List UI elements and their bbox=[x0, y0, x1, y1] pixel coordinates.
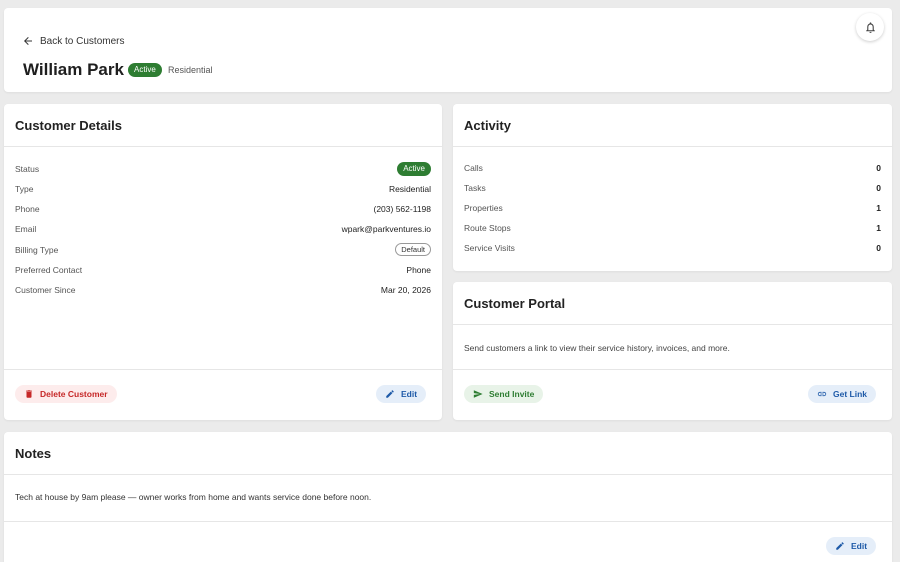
get-link-label: Get Link bbox=[833, 389, 868, 399]
detail-label: Type bbox=[15, 184, 34, 194]
back-link-label: Back to Customers bbox=[40, 35, 125, 47]
status-badge: Active bbox=[128, 63, 162, 77]
customer-type-label: Residential bbox=[168, 65, 213, 75]
notes-card: Notes Tech at house by 9am please — owne… bbox=[4, 432, 892, 562]
customer-header: Back to Customers William Park Active Re… bbox=[4, 8, 892, 92]
activity-row-service-visits: Service Visits 0 bbox=[464, 243, 881, 253]
detail-value: wpark@parkventures.io bbox=[341, 224, 431, 234]
activity-card: Activity Calls 0 Tasks 0 Properties 1 Ro… bbox=[453, 104, 892, 271]
trash-icon bbox=[26, 390, 32, 398]
divider bbox=[4, 146, 442, 147]
detail-label: Email bbox=[15, 224, 37, 234]
notes-title: Notes bbox=[15, 446, 52, 461]
send-icon bbox=[473, 390, 483, 398]
get-link-button[interactable]: Get Link bbox=[808, 385, 877, 403]
divider bbox=[4, 369, 442, 370]
activity-label: Tasks bbox=[464, 183, 486, 193]
customer-details-card: Customer Details Status Active Type Resi… bbox=[4, 104, 442, 420]
pencil-icon bbox=[836, 542, 844, 550]
activity-row-calls: Calls 0 bbox=[464, 163, 881, 173]
notifications-button[interactable] bbox=[856, 13, 884, 41]
activity-row-tasks: Tasks 0 bbox=[464, 183, 881, 193]
activity-label: Service Visits bbox=[464, 243, 515, 253]
bell-icon bbox=[865, 21, 875, 33]
customer-portal-card: Customer Portal Send customers a link to… bbox=[453, 282, 892, 420]
status-badge: Active bbox=[397, 162, 431, 176]
back-to-customers-link[interactable]: Back to Customers bbox=[22, 35, 124, 47]
divider bbox=[453, 369, 892, 370]
activity-row-route-stops: Route Stops 1 bbox=[464, 223, 881, 233]
detail-label: Preferred Contact bbox=[15, 265, 83, 275]
detail-value: Mar 20, 2026 bbox=[380, 285, 431, 295]
page-title: William Park bbox=[23, 60, 124, 79]
pencil-icon bbox=[386, 390, 394, 398]
send-invite-button[interactable]: Send Invite bbox=[464, 385, 544, 403]
customer-details-title: Customer Details bbox=[15, 118, 122, 133]
detail-label: Customer Since bbox=[15, 285, 76, 295]
divider bbox=[4, 521, 892, 522]
customer-portal-title: Customer Portal bbox=[464, 296, 566, 311]
arrow-left-icon bbox=[24, 37, 32, 45]
billing-type-badge: Default bbox=[395, 243, 431, 256]
activity-title: Activity bbox=[464, 118, 511, 133]
detail-row-billing-type: Billing Type Default bbox=[15, 243, 431, 256]
edit-details-button[interactable]: Edit bbox=[376, 385, 427, 403]
activity-label: Properties bbox=[464, 203, 503, 213]
portal-description: Send customers a link to view their serv… bbox=[464, 343, 730, 353]
activity-count: 0 bbox=[876, 243, 881, 253]
link-icon bbox=[817, 391, 827, 397]
detail-row-customer-since: Customer Since Mar 20, 2026 bbox=[15, 285, 431, 295]
divider bbox=[453, 324, 892, 325]
activity-count: 1 bbox=[876, 223, 881, 233]
detail-row-status: Status Active bbox=[15, 162, 431, 176]
detail-value: (203) 562-1198 bbox=[373, 204, 432, 214]
activity-count: 0 bbox=[876, 183, 881, 193]
detail-row-email: Email wpark@parkventures.io bbox=[15, 224, 431, 234]
edit-label: Edit bbox=[851, 541, 868, 551]
divider bbox=[4, 474, 892, 475]
activity-count: 1 bbox=[876, 203, 881, 213]
delete-customer-button[interactable]: Delete Customer bbox=[15, 385, 117, 403]
detail-value: Phone bbox=[406, 265, 431, 275]
detail-label: Billing Type bbox=[15, 244, 59, 255]
edit-label: Edit bbox=[401, 389, 418, 399]
activity-label: Route Stops bbox=[464, 223, 511, 233]
notes-text: Tech at house by 9am please — owner work… bbox=[15, 492, 372, 502]
detail-value: Residential bbox=[388, 184, 431, 194]
activity-row-properties: Properties 1 bbox=[464, 203, 881, 213]
activity-count: 0 bbox=[876, 163, 881, 173]
edit-notes-button[interactable]: Edit bbox=[826, 537, 877, 555]
divider bbox=[453, 146, 892, 147]
detail-label: Phone bbox=[15, 204, 40, 214]
detail-label: Status bbox=[15, 164, 40, 174]
detail-row-preferred-contact: Preferred Contact Phone bbox=[15, 265, 431, 275]
send-invite-label: Send Invite bbox=[489, 389, 535, 399]
delete-customer-label: Delete Customer bbox=[40, 389, 108, 399]
detail-row-type: Type Residential bbox=[15, 184, 431, 194]
activity-label: Calls bbox=[464, 163, 483, 173]
detail-row-phone: Phone (203) 562-1198 bbox=[15, 204, 431, 214]
